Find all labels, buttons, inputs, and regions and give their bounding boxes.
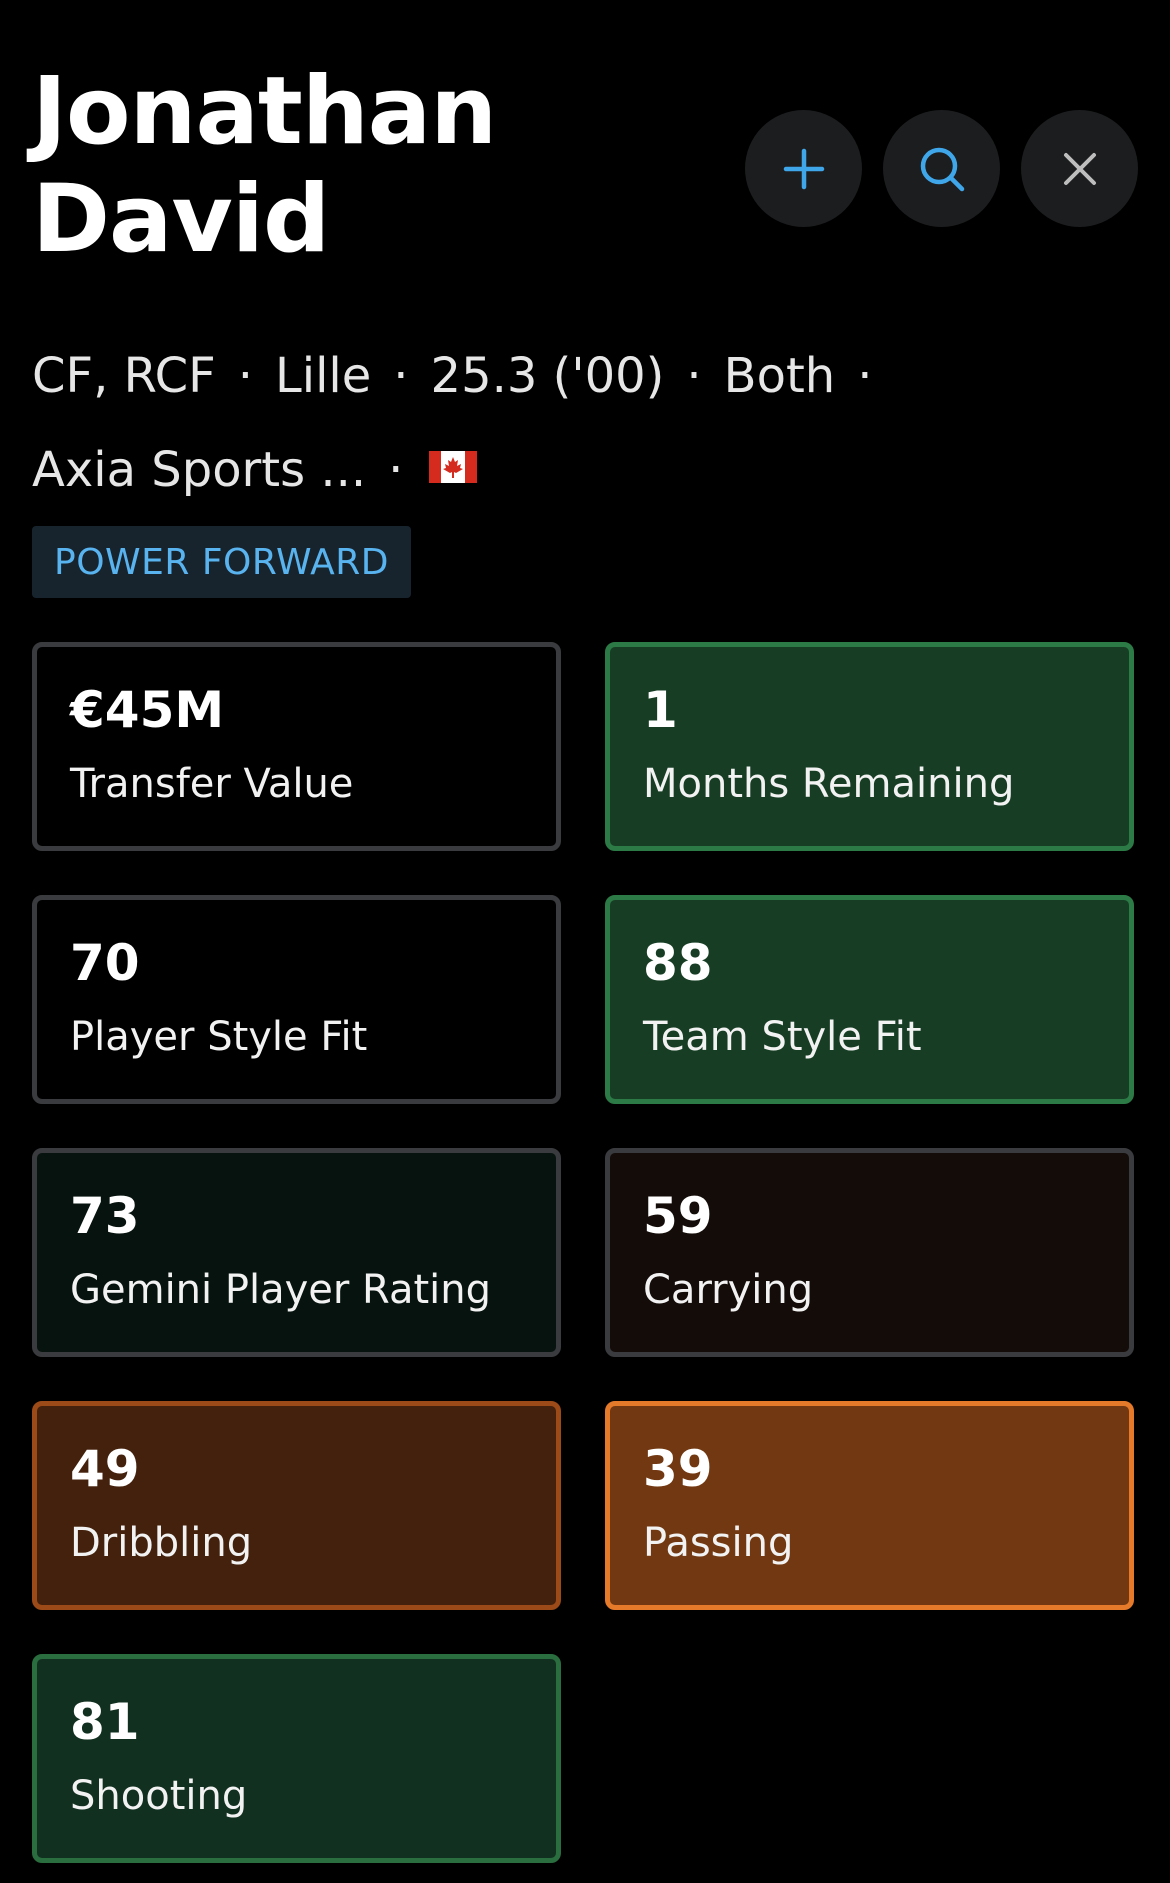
stat-value: €45M	[70, 681, 225, 739]
positions: CF, RCF	[32, 348, 216, 404]
player-name: Jonathan David	[32, 58, 592, 274]
stat-label: Team Style Fit	[643, 1014, 922, 1060]
stat-value: 73	[70, 1187, 140, 1245]
stat-card-months-remaining[interactable]: 1 Months Remaining	[605, 642, 1134, 851]
stat-label: Shooting	[70, 1773, 248, 1819]
stat-label: Passing	[643, 1520, 794, 1566]
stat-label: Carrying	[643, 1267, 814, 1313]
stat-value: 49	[70, 1440, 140, 1498]
stat-label: Transfer Value	[70, 761, 354, 807]
stat-card-shooting[interactable]: 81 Shooting	[32, 1654, 561, 1863]
stat-card-player-style-fit[interactable]: 70 Player Style Fit	[32, 895, 561, 1104]
stat-card-transfer-value[interactable]: €45M Transfer Value	[32, 642, 561, 851]
stat-card-carrying[interactable]: 59 Carrying	[605, 1148, 1134, 1357]
stat-value: 1	[643, 681, 678, 739]
player-last-name: David	[32, 165, 330, 274]
stat-value: 81	[70, 1693, 140, 1751]
club: Lille	[275, 348, 372, 404]
add-button[interactable]	[745, 110, 862, 227]
stat-value: 88	[643, 934, 713, 992]
header-actions	[745, 110, 1138, 227]
close-button[interactable]	[1021, 110, 1138, 227]
separator: ·	[393, 348, 409, 404]
role-badge: POWER FORWARD	[32, 526, 411, 598]
stat-value: 70	[70, 934, 140, 992]
stat-label: Player Style Fit	[70, 1014, 368, 1060]
stat-label: Gemini Player Rating	[70, 1267, 492, 1313]
stat-card-passing[interactable]: 39 Passing	[605, 1401, 1134, 1610]
plus-icon	[783, 148, 824, 189]
stat-card-team-style-fit[interactable]: 88 Team Style Fit	[605, 895, 1134, 1104]
separator: ·	[857, 348, 873, 404]
preferred-foot: Both	[723, 348, 836, 404]
separator: ·	[388, 442, 404, 498]
close-icon	[1063, 152, 1096, 185]
stats-grid: €45M Transfer Value 1 Months Remaining 7…	[32, 642, 1134, 1863]
separator: ·	[686, 348, 702, 404]
stat-value: 59	[643, 1187, 713, 1245]
agency: Axia Sports ...	[32, 442, 367, 498]
player-meta-primary: CF, RCF · Lille · 25.3 ('00) · Both ·	[32, 346, 894, 406]
player-meta-secondary: Axia Sports ... ·	[32, 440, 478, 500]
stat-label: Dribbling	[70, 1520, 253, 1566]
age: 25.3 ('00)	[430, 348, 665, 404]
stat-value: 39	[643, 1440, 713, 1498]
separator: ·	[237, 348, 253, 404]
stat-card-dribbling[interactable]: 49 Dribbling	[32, 1401, 561, 1610]
search-button[interactable]	[883, 110, 1000, 227]
player-first-name: Jonathan	[32, 57, 497, 166]
stat-label: Months Remaining	[643, 761, 1015, 807]
stat-card-gemini-player-rating[interactable]: 73 Gemini Player Rating	[32, 1148, 561, 1357]
canada-flag-icon	[429, 451, 478, 483]
search-icon	[920, 147, 964, 191]
